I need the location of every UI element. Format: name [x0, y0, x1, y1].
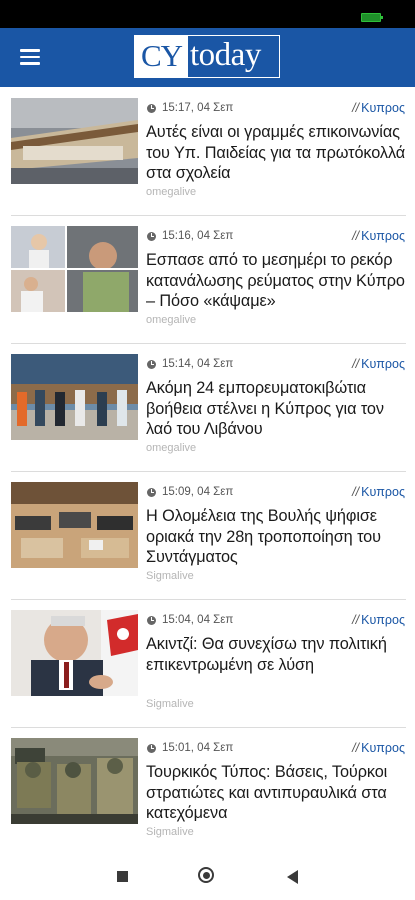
article-meta: 15:17, 04 Σεπ — [147, 102, 233, 114]
article-source: omegalive — [146, 314, 197, 326]
article-meta: 15:16, 04 Σεπ — [147, 230, 233, 242]
status-bar — [0, 0, 415, 28]
article-title[interactable]: Αυτές είναι οι γραμμές επικοινωνίας του … — [146, 122, 408, 184]
article-meta: 15:09, 04 Σεπ — [147, 486, 233, 498]
square-icon[interactable] — [117, 871, 128, 882]
article-time: 15:16, 04 Σεπ — [162, 230, 234, 242]
article-source: omegalive — [146, 442, 197, 454]
article-source: omegalive — [146, 186, 197, 198]
app-logo[interactable]: CY today — [134, 35, 280, 78]
article-time: 15:01, 04 Σεπ — [162, 742, 234, 754]
hamburger-menu-icon[interactable] — [20, 48, 40, 66]
article-time: 15:04, 04 Σεπ — [162, 614, 234, 626]
clock-icon — [147, 743, 156, 753]
article-title[interactable]: Εσπασε από το μεσημέρι το ρεκόρ κατανάλω… — [146, 250, 408, 312]
logo-today-text: today — [190, 37, 261, 73]
category-label: Κυπρος — [361, 101, 405, 115]
clock-icon — [147, 103, 156, 113]
article-thumbnail — [11, 610, 138, 696]
article-title[interactable]: Ακόμη 24 εμπορευματοκιβώτια βοήθεια στέλ… — [146, 378, 408, 440]
article-source: Sigmalive — [146, 826, 194, 838]
app-header: CY today — [0, 28, 415, 87]
article-title[interactable]: Η Ολομέλεια της Βουλής ψήφισε οριακά την… — [146, 506, 408, 568]
triangle-back-icon[interactable] — [287, 870, 298, 884]
article-item[interactable]: 15:04, 04 Σεπ //Κυπρος Ακιντζί: Θα συνεχ… — [0, 599, 415, 727]
article-item[interactable]: 15:17, 04 Σεπ //Κυπρος Αυτές είναι οι γρ… — [0, 87, 415, 215]
article-thumbnail — [11, 98, 138, 184]
article-time: 15:09, 04 Σεπ — [162, 486, 234, 498]
article-source: Sigmalive — [146, 698, 194, 710]
article-category[interactable]: //Κυπρος — [352, 613, 405, 627]
category-label: Κυπρος — [361, 613, 405, 627]
article-thumbnail — [11, 482, 138, 568]
article-item[interactable]: 15:01, 04 Σεπ //Κυπρος Τουρκικός Τύπος: … — [0, 727, 415, 850]
category-label: Κυπρος — [361, 229, 405, 243]
article-category[interactable]: //Κυπρος — [352, 229, 405, 243]
clock-icon — [147, 231, 156, 241]
article-time: 15:17, 04 Σεπ — [162, 102, 234, 114]
article-meta: 15:14, 04 Σεπ — [147, 358, 233, 370]
circle-icon[interactable] — [198, 867, 214, 883]
article-meta: 15:01, 04 Σεπ — [147, 742, 233, 754]
article-category[interactable]: //Κυπρος — [352, 741, 405, 755]
article-category[interactable]: //Κυπρος — [352, 485, 405, 499]
news-feed[interactable]: 15:17, 04 Σεπ //Κυπρος Αυτές είναι οι γρ… — [0, 87, 415, 850]
article-category[interactable]: //Κυπρος — [352, 357, 405, 371]
article-item[interactable]: 15:16, 04 Σεπ //Κυπρος Εσπασε από το μεσ… — [0, 215, 415, 343]
article-time: 15:14, 04 Σεπ — [162, 358, 234, 370]
clock-icon — [147, 615, 156, 625]
category-label: Κυπρος — [361, 485, 405, 499]
logo-cy-text: CY — [135, 36, 188, 77]
article-thumbnail — [11, 354, 138, 440]
article-item[interactable]: 15:14, 04 Σεπ //Κυπρος Ακόμη 24 εμπορευμ… — [0, 343, 415, 471]
article-title[interactable]: Ακιντζί: Θα συνεχίσω την πολιτική επικεν… — [146, 634, 408, 675]
article-thumbnail — [11, 226, 138, 312]
article-meta: 15:04, 04 Σεπ — [147, 614, 233, 626]
article-category[interactable]: //Κυπρος — [352, 101, 405, 115]
article-thumbnail — [11, 738, 138, 824]
category-label: Κυπρος — [361, 357, 405, 371]
battery-icon — [361, 13, 383, 22]
article-source: Sigmalive — [146, 570, 194, 582]
article-title[interactable]: Τουρκικός Τύπος: Βάσεις, Τούρκοι στρατιώ… — [146, 762, 408, 824]
category-label: Κυπρος — [361, 741, 405, 755]
system-navigation-bar — [0, 850, 415, 900]
clock-icon — [147, 359, 156, 369]
article-item[interactable]: 15:09, 04 Σεπ //Κυπρος Η Ολομέλεια της Β… — [0, 471, 415, 599]
clock-icon — [147, 487, 156, 497]
